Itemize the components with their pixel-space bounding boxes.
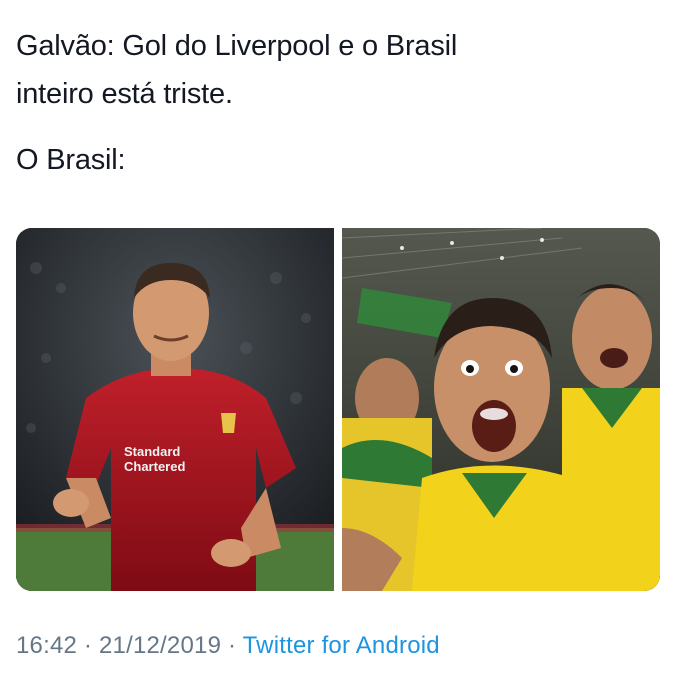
meta-separator: · — [77, 632, 99, 659]
sponsor-text-2: Chartered — [124, 459, 185, 474]
sponsor-text-1: Standard — [124, 444, 180, 459]
tweet-text: Galvão: Gol do Liverpool e o Brasil inte… — [16, 22, 656, 184]
tweet-date[interactable]: 21/12/2019 — [99, 632, 221, 659]
photo-footballer[interactable]: Standard Chartered — [16, 228, 334, 591]
celebrating-footballer-image: Standard Chartered — [16, 228, 334, 591]
meta-separator: · — [221, 632, 243, 659]
tweet-meta: 16:42 · 21/12/2019 · Twitter for Android — [16, 632, 440, 660]
tweet-time[interactable]: 16:42 — [16, 632, 77, 659]
shocked-fans-image — [342, 228, 660, 591]
tweet-source-link[interactable]: Twitter for Android — [243, 632, 440, 659]
tweet-line-3: O Brasil: — [16, 144, 126, 176]
tweet-line-2: inteiro está triste. — [16, 78, 233, 110]
media-grid: Standard Chartered — [16, 228, 660, 591]
photo-fans[interactable] — [342, 228, 660, 591]
tweet-line-1: Galvão: Gol do Liverpool e o Brasil — [16, 30, 458, 62]
